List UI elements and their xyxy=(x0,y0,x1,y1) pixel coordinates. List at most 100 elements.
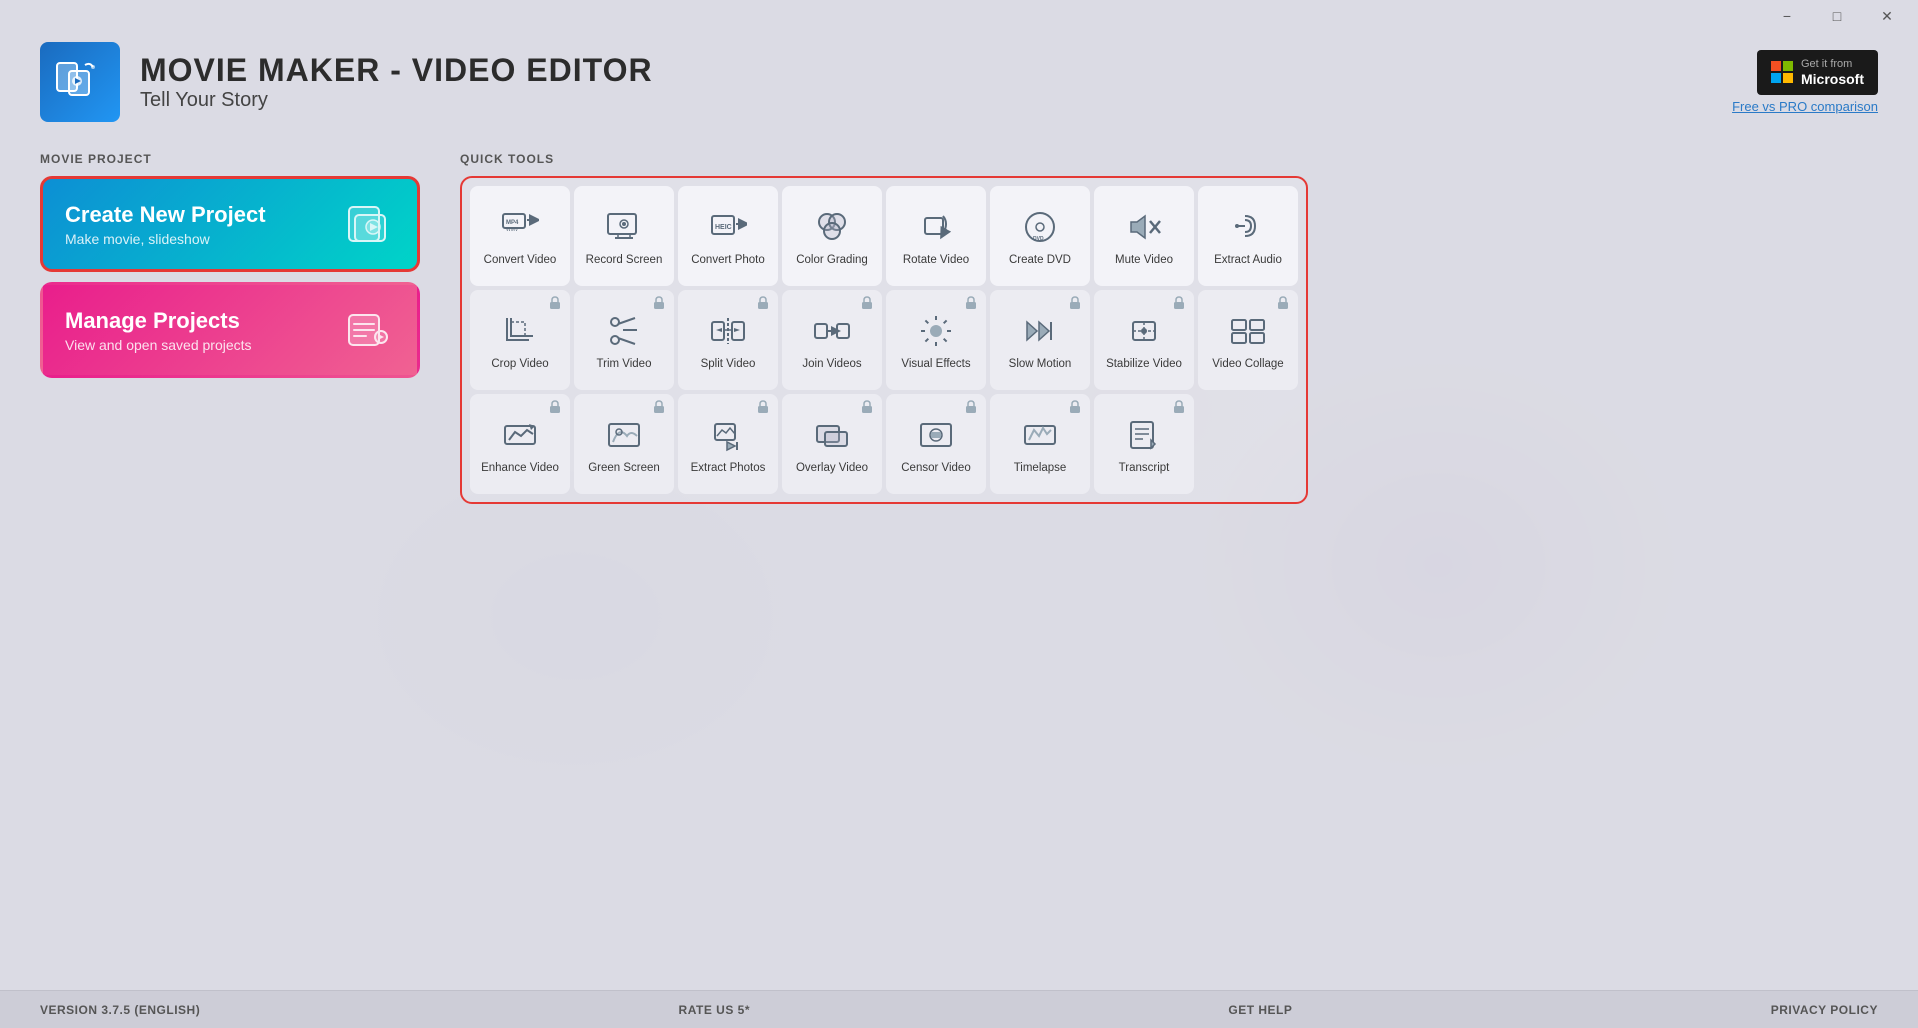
video-collage-icon xyxy=(1227,310,1269,352)
left-panel: MOVIE PROJECT Create New Project Make mo… xyxy=(40,152,420,970)
create-card-subtitle: Make movie, slideshow xyxy=(65,231,345,247)
tool-label-visual-effects: Visual Effects xyxy=(901,358,970,372)
free-pro-link[interactable]: Free vs PRO comparison xyxy=(1732,99,1878,114)
tool-convert-photo[interactable]: HEIC Convert Photo xyxy=(678,186,778,286)
censor-video-icon xyxy=(915,414,957,456)
extract-photos-icon xyxy=(707,414,749,456)
tools-row-1: MP4WMV Convert Video Record Screen HEIC xyxy=(470,186,1298,286)
svg-text:HEIC: HEIC xyxy=(715,224,732,231)
tool-extract-audio[interactable]: Extract Audio xyxy=(1198,186,1298,286)
lock-icon-overlay xyxy=(860,400,876,416)
tool-enhance-video[interactable]: Enhance Video xyxy=(470,394,570,494)
tool-extract-photos[interactable]: Extract Photos xyxy=(678,394,778,494)
tool-create-dvd[interactable]: DVD Create DVD xyxy=(990,186,1090,286)
tool-timelapse[interactable]: Timelapse xyxy=(990,394,1090,494)
lock-icon-stabilize xyxy=(1172,296,1188,312)
svg-text:DVD: DVD xyxy=(1033,236,1044,242)
tool-label-video-collage: Video Collage xyxy=(1212,358,1283,372)
lock-icon-crop xyxy=(548,296,564,312)
tool-join-videos[interactable]: Join Videos xyxy=(782,290,882,390)
tool-visual-effects[interactable]: Visual Effects xyxy=(886,290,986,390)
green-screen-icon xyxy=(603,414,645,456)
minimize-button[interactable]: − xyxy=(1764,0,1810,32)
tool-color-grading[interactable]: Color Grading xyxy=(782,186,882,286)
overlay-video-icon xyxy=(811,414,853,456)
tool-label-stabilize-video: Stabilize Video xyxy=(1106,358,1182,372)
project-cards: Create New Project Make movie, slideshow xyxy=(40,176,420,378)
footer-rate[interactable]: RATE US 5* xyxy=(679,1003,750,1017)
create-card-icon xyxy=(345,199,395,249)
tool-label-enhance-video: Enhance Video xyxy=(481,462,559,476)
tool-record-screen[interactable]: Record Screen xyxy=(574,186,674,286)
lock-icon-censor xyxy=(964,400,980,416)
color-grading-icon xyxy=(811,206,853,248)
lock-icon-transcript xyxy=(1172,400,1188,416)
mute-video-icon xyxy=(1123,206,1165,248)
ms-logo-icon xyxy=(1771,61,1793,83)
create-card-title: Create New Project xyxy=(65,202,345,228)
lock-icon-enhance xyxy=(548,400,564,416)
tool-label-extract-audio: Extract Audio xyxy=(1214,254,1282,268)
slow-motion-icon xyxy=(1019,310,1061,352)
lock-icon-collage xyxy=(1276,296,1292,312)
footer-version: VERSION 3.7.5 (English) xyxy=(40,1003,200,1017)
tool-crop-video[interactable]: Crop Video xyxy=(470,290,570,390)
tool-trim-video[interactable]: Trim Video xyxy=(574,290,674,390)
tool-split-video[interactable]: Split Video xyxy=(678,290,778,390)
manage-card-subtitle: View and open saved projects xyxy=(65,337,345,353)
lock-icon-slow xyxy=(1068,296,1084,312)
microsoft-badge[interactable]: Get it from Microsoft xyxy=(1757,50,1878,96)
transcript-icon xyxy=(1123,414,1165,456)
tool-label-record-screen: Record Screen xyxy=(586,254,663,268)
tool-convert-video[interactable]: MP4WMV Convert Video xyxy=(470,186,570,286)
footer-help[interactable]: GET HELP xyxy=(1228,1003,1292,1017)
tool-label-extract-photos: Extract Photos xyxy=(691,462,766,476)
tool-label-convert-photo: Convert Photo xyxy=(691,254,765,268)
tool-video-collage[interactable]: Video Collage xyxy=(1198,290,1298,390)
app-logo-icon xyxy=(55,57,105,107)
tool-transcript[interactable]: Transcript xyxy=(1094,394,1194,494)
tool-slow-motion[interactable]: Slow Motion xyxy=(990,290,1090,390)
tool-rotate-video[interactable]: Rotate Video xyxy=(886,186,986,286)
tool-label-timelapse: Timelapse xyxy=(1014,462,1067,476)
tool-label-mute-video: Mute Video xyxy=(1115,254,1173,268)
split-video-icon xyxy=(707,310,749,352)
tool-label-crop-video: Crop Video xyxy=(491,358,548,372)
rotate-video-icon xyxy=(915,206,957,248)
close-button[interactable]: ✕ xyxy=(1864,0,1910,32)
main-content: MOVIE PROJECT Create New Project Make mo… xyxy=(0,132,1918,990)
crop-video-icon xyxy=(499,310,541,352)
app-title-block: MOVIE MAKER - VIDEO EDITOR Tell Your Sto… xyxy=(140,52,653,112)
manage-card-title: Manage Projects xyxy=(65,308,345,334)
tool-censor-video[interactable]: Censor Video xyxy=(886,394,986,494)
tools-row-3: Enhance Video Green Screen xyxy=(470,394,1298,494)
maximize-button[interactable]: □ xyxy=(1814,0,1860,32)
record-screen-icon xyxy=(603,206,645,248)
lock-icon-green xyxy=(652,400,668,416)
convert-video-icon: MP4WMV xyxy=(499,206,541,248)
ms-name-label: Microsoft xyxy=(1801,71,1864,88)
create-card-text: Create New Project Make movie, slideshow xyxy=(65,202,345,247)
create-new-project-card[interactable]: Create New Project Make movie, slideshow xyxy=(40,176,420,272)
tool-stabilize-video[interactable]: Stabilize Video xyxy=(1094,290,1194,390)
tool-label-trim-video: Trim Video xyxy=(597,358,652,372)
tool-green-screen[interactable]: Green Screen xyxy=(574,394,674,494)
tool-overlay-video[interactable]: Overlay Video xyxy=(782,394,882,494)
titlebar: − □ ✕ xyxy=(0,0,1918,32)
app-logo xyxy=(40,42,120,122)
lock-icon-join xyxy=(860,296,876,312)
lock-icon-split xyxy=(756,296,772,312)
app-title: MOVIE MAKER - VIDEO EDITOR xyxy=(140,52,653,89)
tool-label-censor-video: Censor Video xyxy=(901,462,970,476)
join-videos-icon xyxy=(811,310,853,352)
manage-projects-card[interactable]: Manage Projects View and open saved proj… xyxy=(40,282,420,378)
tools-grid-wrapper: MP4WMV Convert Video Record Screen HEIC xyxy=(460,176,1308,504)
convert-photo-icon: HEIC xyxy=(707,206,749,248)
ms-text: Get it from Microsoft xyxy=(1801,58,1864,88)
tool-label-split-video: Split Video xyxy=(701,358,756,372)
header: MOVIE MAKER - VIDEO EDITOR Tell Your Sto… xyxy=(0,32,1918,132)
footer: VERSION 3.7.5 (English) RATE US 5* GET H… xyxy=(0,990,1918,1028)
footer-privacy[interactable]: PRIVACY POLICY xyxy=(1771,1003,1878,1017)
app-window: − □ ✕ MOVIE MAKER - VIDEO EDITOR Tell Yo… xyxy=(0,0,1918,1028)
tool-mute-video[interactable]: Mute Video xyxy=(1094,186,1194,286)
